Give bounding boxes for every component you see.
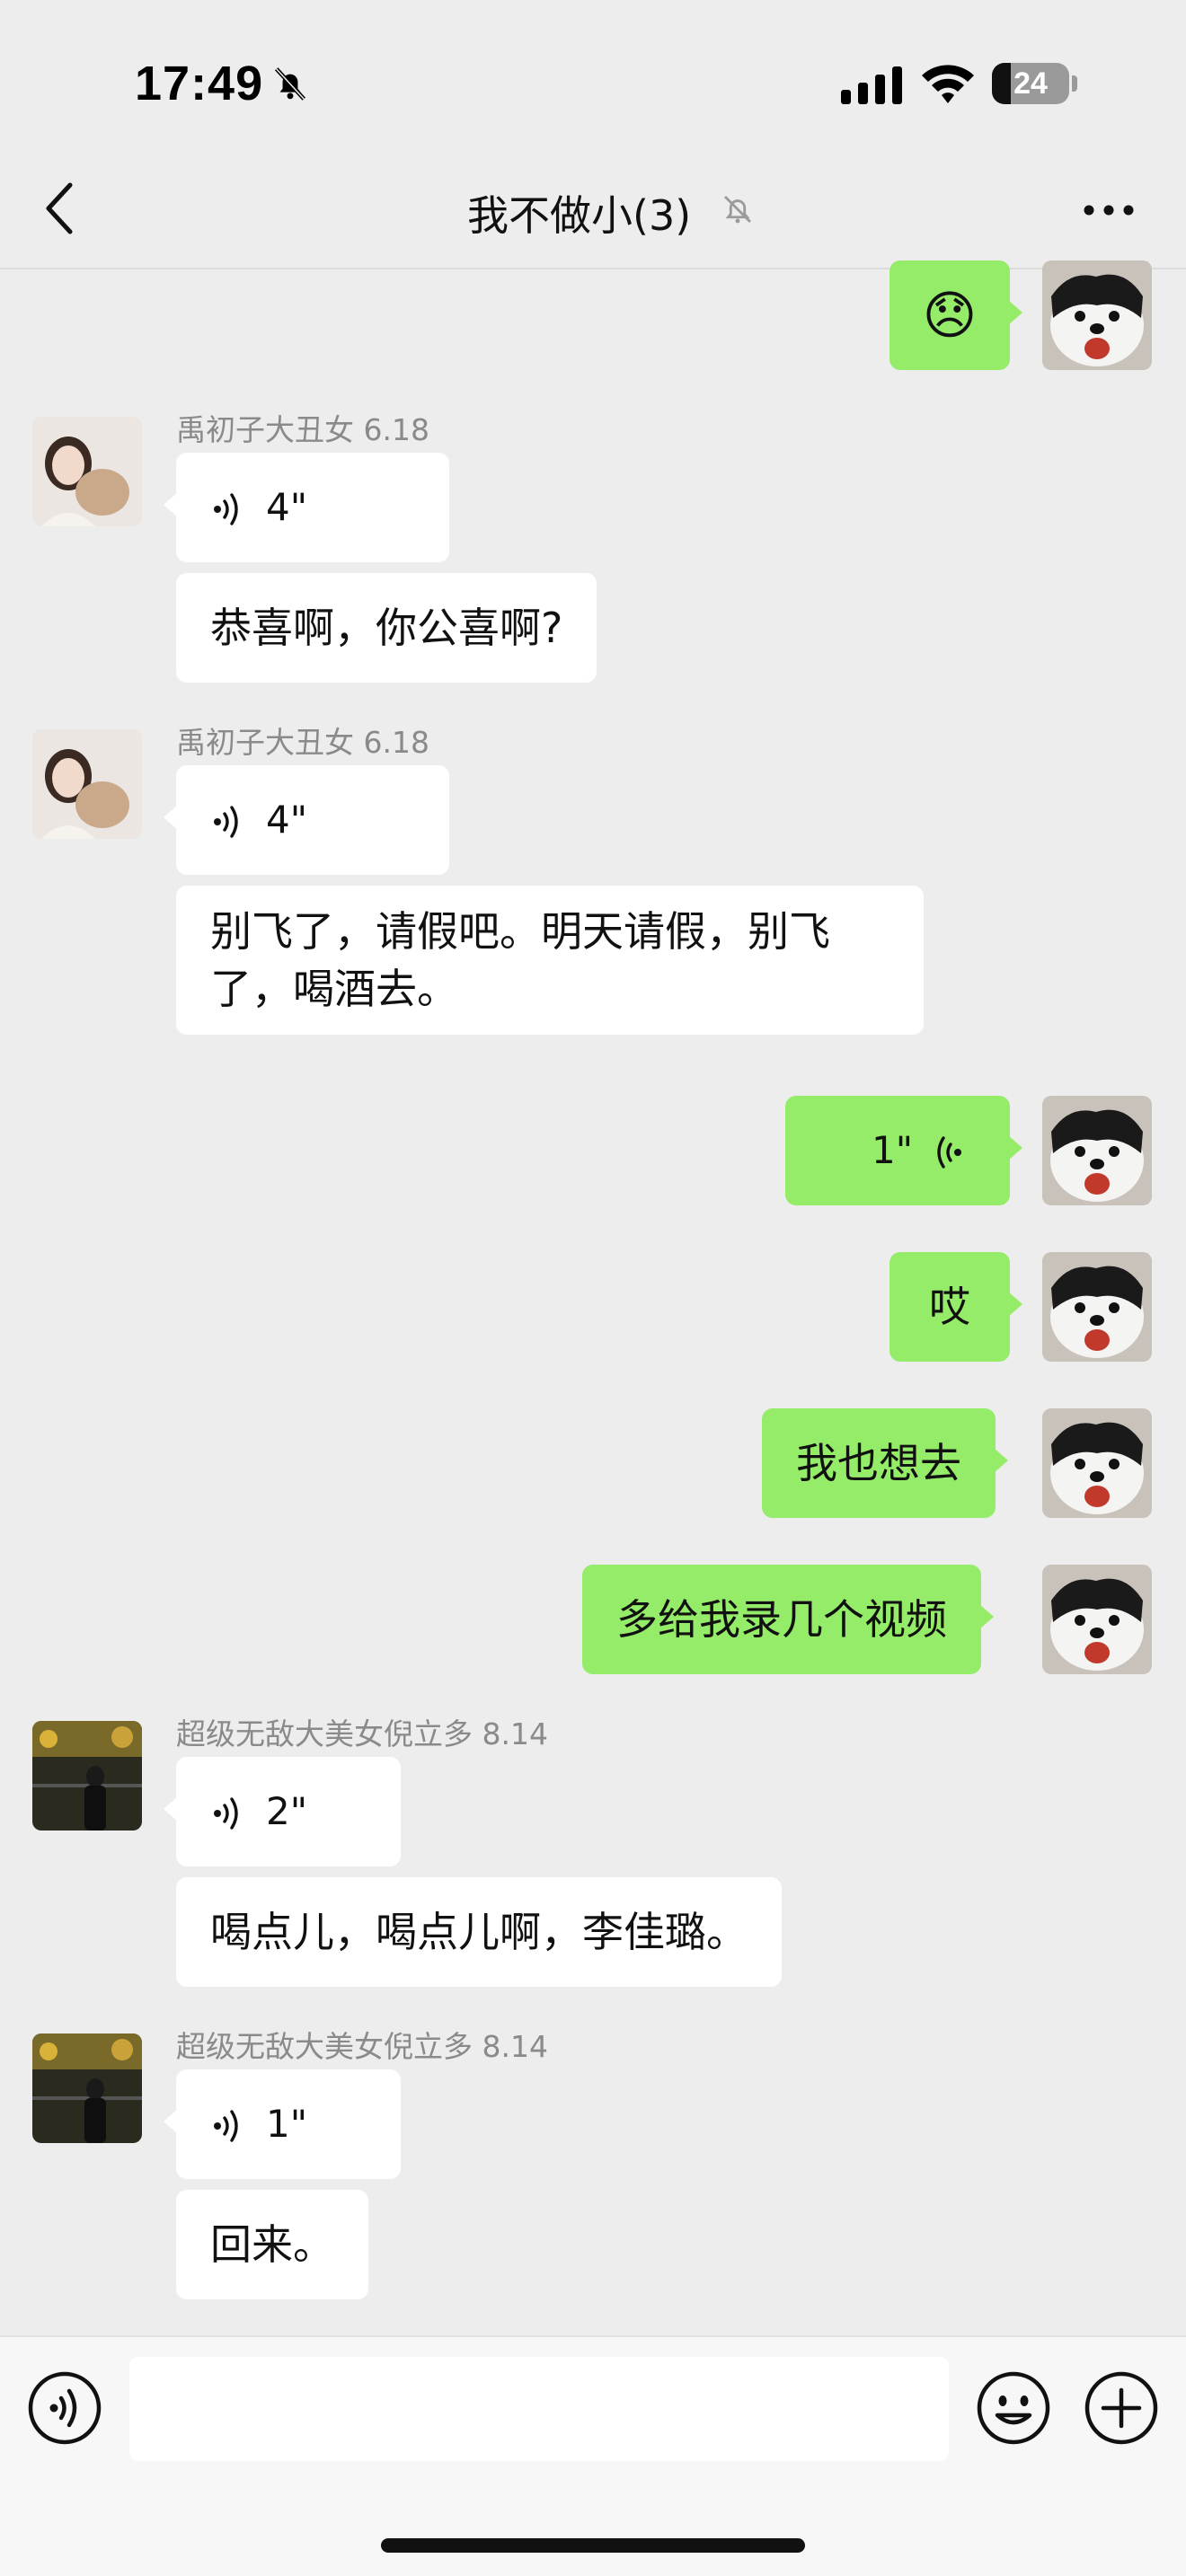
voice-message[interactable]: 1" [164, 2069, 401, 2179]
avatar-image [1042, 1408, 1152, 1518]
text-message[interactable]: 别飞了，请假吧。明天请假，别飞了，喝酒去。 [176, 886, 924, 1035]
avatar-image [1042, 260, 1152, 370]
text-message[interactable]: 回来。 [176, 2190, 368, 2299]
text-message[interactable]: 我也想去 [762, 1408, 1008, 1518]
emoji-icon[interactable] [976, 2370, 1051, 2446]
status-time: 17:49 [135, 57, 264, 110]
avatar-image [1042, 1252, 1152, 1362]
message-text: 我也想去 [796, 1439, 961, 1487]
avatar-sender[interactable] [32, 1721, 142, 1831]
text-message[interactable]: 恭喜啊，你公喜啊? [176, 573, 597, 683]
voice-duration: 1" [266, 2102, 308, 2146]
avatar-image [32, 1721, 142, 1831]
bell-off-icon [274, 67, 306, 101]
signal-icon [841, 66, 902, 104]
voice-message[interactable]: 2" [164, 1757, 401, 1866]
message-text: 恭喜啊，你公喜啊? [210, 604, 563, 652]
sender-name: 超级无敌大美女倪立多 8.14 [176, 1716, 548, 1751]
voice-message[interactable]: 4" [164, 453, 449, 562]
home-indicator [381, 2538, 805, 2553]
avatar-self[interactable] [1042, 1096, 1152, 1205]
sender-name: 禹初子大丑女 6.18 [176, 412, 429, 447]
avatar-self[interactable] [1042, 1565, 1152, 1674]
text-message[interactable]: 喝点儿，喝点儿啊，李佳璐。 [176, 1877, 782, 1987]
text-message[interactable]: 多给我录几个视频 [582, 1565, 994, 1674]
avatar-image [32, 729, 142, 839]
voice-input-icon[interactable] [27, 2370, 102, 2446]
message-text: 回来。 [210, 2220, 334, 2269]
voice-wave-icon [214, 493, 238, 525]
avatar-self[interactable] [1042, 1408, 1152, 1518]
voice-message[interactable]: 4" [164, 765, 449, 875]
voice-duration: 4" [266, 485, 308, 529]
voice-wave-icon [214, 2110, 238, 2142]
avatar-sender[interactable] [32, 2033, 142, 2143]
voice-wave-icon [214, 1797, 238, 1830]
message-input[interactable] [129, 2357, 949, 2461]
message-text: 喝点儿，喝点儿啊，李佳璐。 [210, 1908, 748, 1956]
battery-level: 24 [1013, 66, 1048, 101]
message-text: 哎 [929, 1283, 970, 1331]
text-message[interactable]: 哎 [890, 1252, 1022, 1362]
voice-message[interactable]: 1" [785, 1096, 1022, 1205]
avatar-self[interactable] [1042, 1252, 1152, 1362]
avatar-image [1042, 1565, 1152, 1674]
bell-off-icon [724, 196, 751, 224]
battery-nub [1072, 75, 1077, 92]
plus-icon[interactable] [1084, 2370, 1159, 2446]
sender-name: 禹初子大丑女 6.18 [176, 725, 429, 760]
wifi-icon [922, 65, 974, 103]
voice-duration: 4" [266, 798, 308, 842]
message-text: 别飞了，请假吧。明天请假，别飞了，喝酒去。 [210, 907, 830, 1013]
chat-title: 我不做小(3) [467, 191, 692, 240]
battery-icon: 24 [992, 63, 1069, 104]
voice-wave-icon [214, 806, 238, 838]
message-text: 多给我录几个视频 [616, 1595, 947, 1644]
avatar-image [32, 417, 142, 526]
message-bubble-outgoing[interactable]: 😞 [890, 260, 1022, 370]
sender-name: 超级无敌大美女倪立多 8.14 [176, 2029, 548, 2064]
more-icon[interactable] [1082, 201, 1136, 219]
voice-wave-icon [937, 1136, 961, 1169]
voice-duration: 2" [266, 1789, 308, 1833]
avatar-image [1042, 1096, 1152, 1205]
avatar-image [32, 2033, 142, 2143]
voice-duration: 1" [872, 1128, 914, 1172]
avatar-self[interactable] [1042, 260, 1152, 370]
chevron-left-icon[interactable] [43, 180, 75, 237]
avatar-sender[interactable] [32, 729, 142, 839]
avatar-sender[interactable] [32, 417, 142, 526]
message-emoji: 😞 [922, 285, 978, 346]
